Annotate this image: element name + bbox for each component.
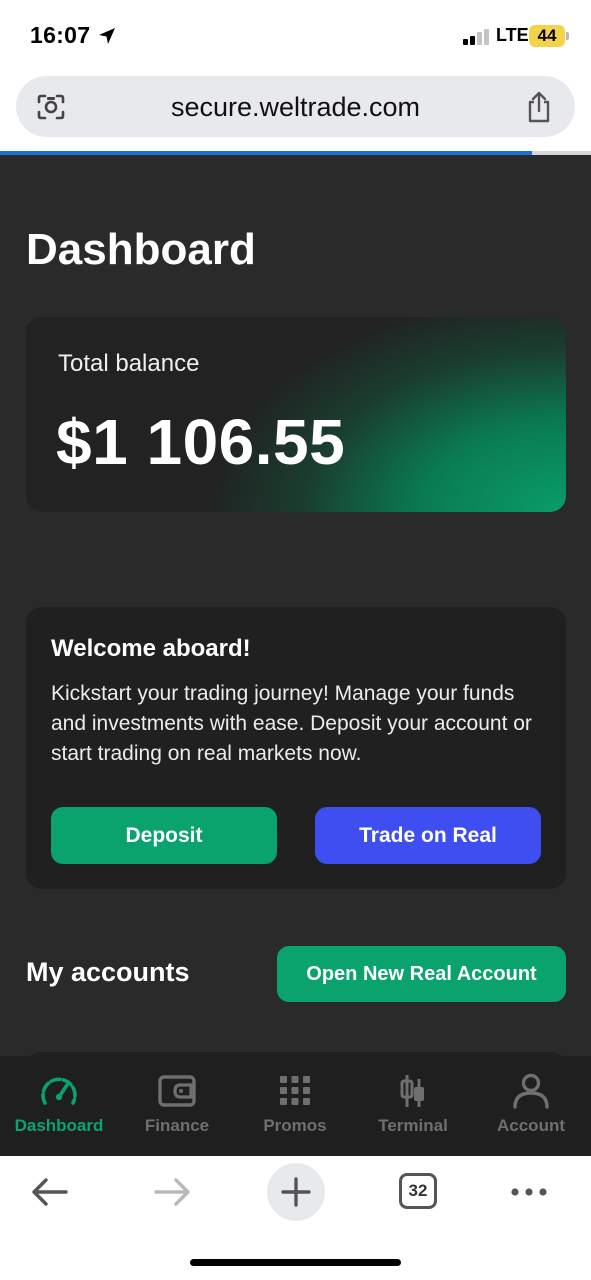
balance-label: Total balance: [58, 350, 200, 377]
nav-promos[interactable]: Promos: [236, 1056, 354, 1156]
speedometer-icon: [41, 1077, 77, 1105]
my-accounts-heading: My accounts: [26, 957, 190, 987]
home-indicator: [190, 1259, 401, 1266]
nav-label: Terminal: [378, 1116, 448, 1135]
nav-finance[interactable]: Finance: [118, 1056, 236, 1156]
forward-arrow-icon[interactable]: [142, 1170, 202, 1214]
welcome-body: Kickstart your trading journey! Manage y…: [51, 682, 532, 765]
candlestick-icon: [400, 1075, 424, 1107]
address-bar[interactable]: secure.weltrade.com: [16, 76, 575, 137]
nav-label: Dashboard: [14, 1116, 104, 1135]
nav-label: Account: [497, 1116, 565, 1135]
tab-switcher-button[interactable]: 32: [399, 1173, 437, 1209]
wallet-icon: [158, 1075, 196, 1107]
app-bottom-nav: Dashboard Finance Promos Terminal Accoun…: [0, 1056, 591, 1156]
user-icon: [513, 1073, 549, 1109]
plus-icon: [281, 1177, 311, 1207]
balance-value: $1 106.55: [56, 406, 346, 478]
balance-card: Total balance $1 106.55: [26, 317, 566, 512]
status-bar: 16:07 LTE 44: [0, 0, 591, 70]
nav-terminal[interactable]: Terminal: [354, 1056, 472, 1156]
welcome-title: Welcome aboard!: [51, 635, 251, 662]
grid-icon: [280, 1076, 310, 1105]
welcome-card: Welcome aboard! Kickstart your trading j…: [26, 607, 566, 889]
network-type: LTE: [496, 25, 529, 45]
battery-icon: 44: [529, 25, 565, 47]
nav-label: Finance: [144, 1116, 210, 1135]
location-arrow-icon: [99, 28, 115, 44]
nav-dashboard[interactable]: Dashboard: [0, 1056, 118, 1156]
new-tab-button[interactable]: [267, 1163, 325, 1221]
open-new-real-account-button[interactable]: Open New Real Account: [277, 946, 566, 1002]
url-text[interactable]: secure.weltrade.com: [16, 92, 575, 123]
battery-tip: [566, 32, 569, 40]
page-title: Dashboard: [26, 225, 256, 274]
status-time: 16:07: [30, 22, 91, 48]
browser-toolbar: 32: [0, 1156, 591, 1280]
back-arrow-icon[interactable]: [20, 1170, 80, 1214]
nav-label: Promos: [263, 1116, 327, 1135]
nav-account[interactable]: Account: [472, 1056, 590, 1156]
app-content: Dashboard Total balance $1 106.55 Welcom…: [0, 155, 591, 1156]
more-icon[interactable]: [499, 1170, 559, 1214]
trade-on-real-button[interactable]: Trade on Real: [315, 807, 541, 864]
deposit-button[interactable]: Deposit: [51, 807, 277, 864]
share-icon[interactable]: [525, 91, 553, 123]
signal-icon: [463, 29, 489, 45]
